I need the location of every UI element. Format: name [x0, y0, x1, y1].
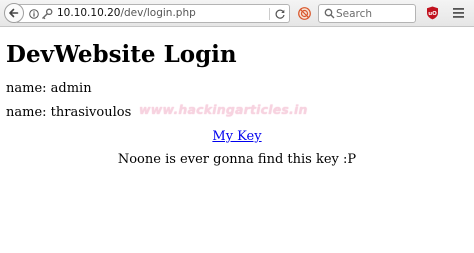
name-thrasivoulos: name: thrasivoulos — [6, 105, 132, 120]
svg-text:uO: uO — [428, 11, 437, 17]
watermark: www.hackingarticles.in — [139, 102, 308, 117]
ublock-icon[interactable]: uO — [426, 6, 439, 20]
my-key-link[interactable]: My Key — [212, 129, 261, 144]
url-separator — [269, 8, 270, 20]
browser-toolbar: 10.10.10.20/dev/login.php uO — [0, 0, 474, 27]
back-button[interactable] — [4, 3, 24, 23]
url-text[interactable]: 10.10.10.20/dev/login.php — [57, 7, 196, 19]
url-path: /dev/login.php — [120, 7, 196, 19]
key-message: Noone is ever gonna find this key :P — [117, 152, 357, 167]
search-bar[interactable] — [318, 4, 416, 23]
extension-icon[interactable] — [298, 7, 311, 20]
search-icon — [324, 8, 335, 19]
back-icon — [9, 8, 19, 18]
search-input[interactable] — [336, 6, 414, 21]
reload-icon[interactable] — [274, 8, 286, 20]
my-key-link-container: My Key — [0, 129, 474, 145]
name-admin: name: admin — [6, 81, 92, 96]
info-icon[interactable] — [29, 9, 39, 19]
url-host: 10.10.10.20 — [57, 7, 121, 19]
address-bar[interactable]: 10.10.10.20/dev/login.php — [17, 4, 290, 23]
page-title: DevWebsite Login — [6, 41, 237, 68]
menu-icon[interactable] — [452, 7, 465, 19]
key-icon[interactable] — [41, 8, 53, 20]
